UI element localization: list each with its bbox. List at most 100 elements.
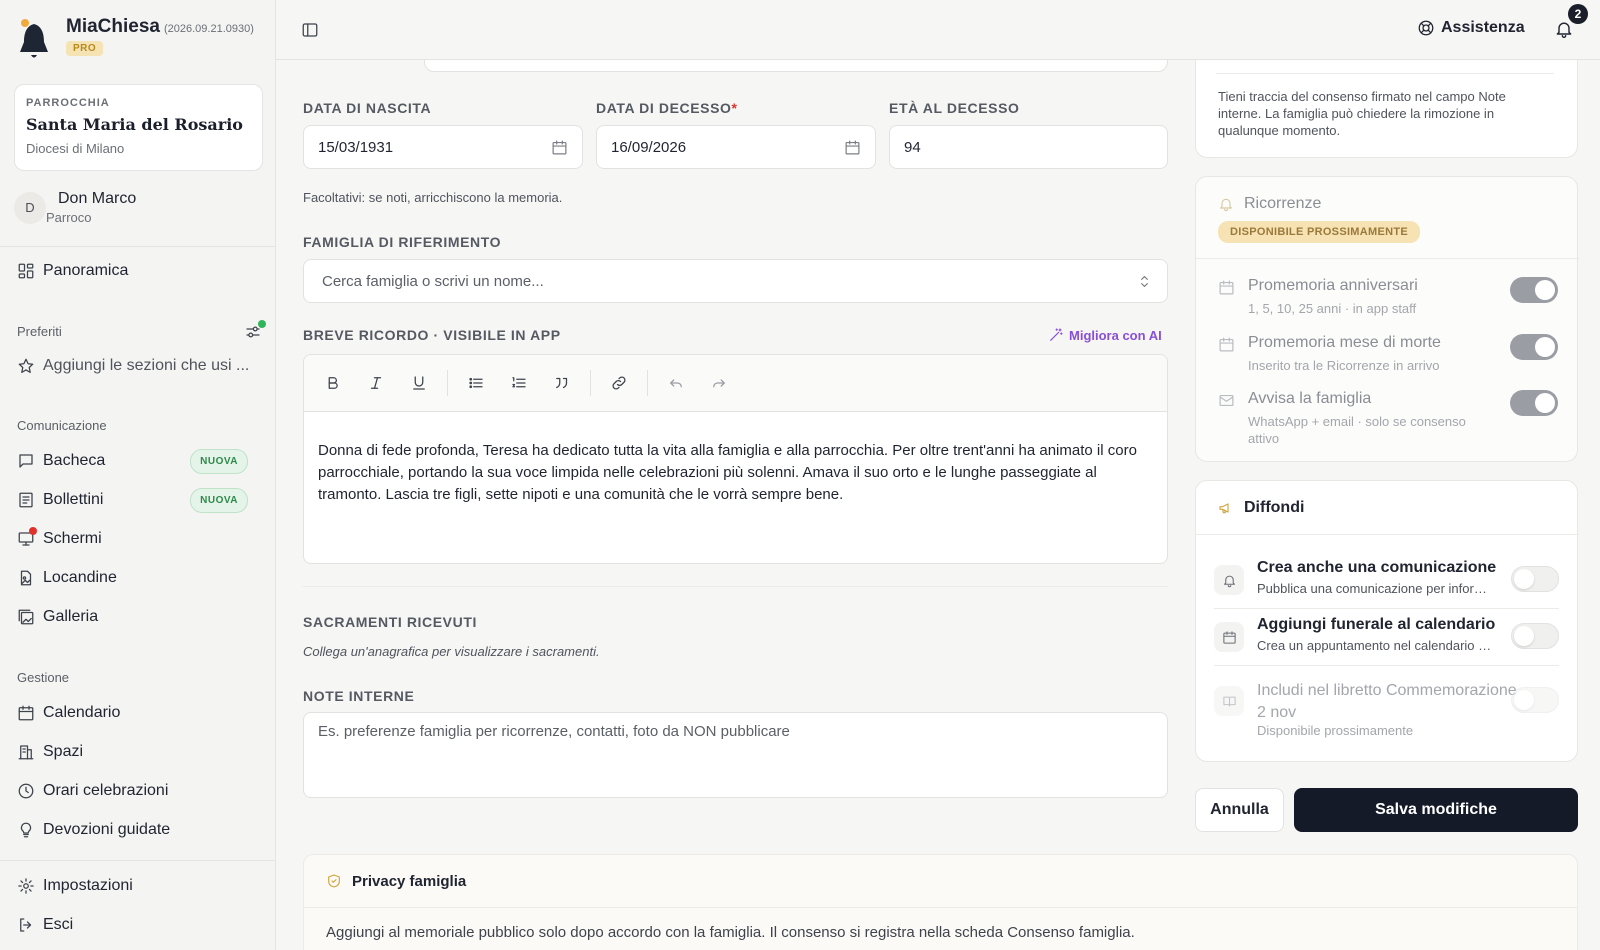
favorites-label: Preferiti xyxy=(17,324,62,339)
sidebar-item-schermi[interactable]: Schermi xyxy=(17,524,262,554)
cancel-button[interactable]: Annulla xyxy=(1195,788,1284,832)
parish-card[interactable]: PARROCCHIA Santa Maria del Rosario Dioce… xyxy=(14,84,263,171)
calendar-icon xyxy=(1218,279,1235,296)
calendar-icon[interactable] xyxy=(551,139,568,156)
avatar: D xyxy=(14,191,46,224)
sidebar-item-label: Panoramica xyxy=(43,262,129,279)
brand[interactable]: MiaChiesa (2026.09.21.0930) PRO xyxy=(14,16,254,62)
death-date-value: 16/09/2026 xyxy=(611,138,687,156)
sidebar-item-calendario[interactable]: Calendario xyxy=(17,698,262,728)
birth-date-field[interactable]: 15/03/1931 xyxy=(303,125,583,169)
toolbar-divider xyxy=(447,370,448,396)
recurrences-title: Ricorrenze xyxy=(1244,195,1322,212)
share-item-title: Aggiungi funerale al calendario xyxy=(1257,616,1496,633)
editor-content[interactable]: Donna di fede profonda, Teresa ha dedica… xyxy=(304,412,1167,534)
bold-icon[interactable] xyxy=(324,374,342,392)
death-month-toggle[interactable] xyxy=(1510,334,1558,360)
parish-diocese: Diocesi di Milano xyxy=(26,141,125,156)
sidebar-item-label: Locandine xyxy=(43,569,117,586)
toolbar-divider xyxy=(647,370,648,396)
sidebar-item-label: Calendario xyxy=(43,704,121,721)
sliders-icon[interactable] xyxy=(244,320,266,341)
add-funeral-toggle[interactable] xyxy=(1511,623,1559,649)
required-marker: * xyxy=(731,100,738,116)
privacy-title: Privacy famiglia xyxy=(352,872,467,890)
quote-icon[interactable] xyxy=(553,374,571,392)
redo-icon[interactable] xyxy=(710,374,728,392)
age-field[interactable]: 94 xyxy=(889,125,1168,169)
save-button[interactable]: Salva modifiche xyxy=(1294,788,1578,832)
consent-text: Tieni traccia del consenso firmato nel c… xyxy=(1218,89,1506,138)
sidebar-item-logout[interactable]: Esci xyxy=(17,910,262,940)
numbered-list-icon[interactable] xyxy=(510,374,528,392)
booklet-toggle[interactable] xyxy=(1511,687,1559,713)
share-header: Diffondi xyxy=(1218,499,1304,517)
status-dot xyxy=(258,320,266,328)
user-profile[interactable]: D Don Marco Parroco xyxy=(14,190,136,225)
undo-icon[interactable] xyxy=(667,374,685,392)
sidebar-item-bollettini[interactable]: Bollettini NUOVA xyxy=(17,485,262,515)
family-select[interactable]: Cerca famiglia o scrivi un nome... xyxy=(303,259,1168,303)
link-icon[interactable] xyxy=(610,374,628,392)
card-divider xyxy=(1196,258,1579,259)
italic-icon[interactable] xyxy=(367,374,385,392)
magic-wand-icon xyxy=(1050,328,1063,341)
user-name: Don Marco xyxy=(58,190,137,207)
age-label: ETÀ AL DECESSO xyxy=(889,100,1020,116)
sidebar-item-locandine[interactable]: Locandine xyxy=(17,563,262,593)
management-label: Gestione xyxy=(17,670,70,685)
plan-badge: PRO xyxy=(66,41,104,56)
birth-date-label: DATA DI NASCITA xyxy=(303,100,432,116)
birth-date-value: 15/03/1931 xyxy=(318,138,394,156)
notifications-count-badge: 2 xyxy=(1568,4,1588,24)
building-icon xyxy=(17,743,35,761)
sidebar-item-overview[interactable]: Panoramica xyxy=(17,256,262,286)
notes-textarea[interactable]: Es. preferenze famiglia per ricorrenze, … xyxy=(303,712,1168,798)
sidebar-item-galleria[interactable]: Galleria xyxy=(17,602,262,632)
sidebar-item-bacheca[interactable]: Bacheca NUOVA xyxy=(17,446,262,476)
sidebar-item-add-favorites[interactable]: Aggiungi le sezioni che usi ... xyxy=(17,351,262,381)
recurrence-title: Avvisa la famiglia xyxy=(1248,390,1372,407)
sidebar-item-label: Bollettini xyxy=(43,491,104,508)
bell-logo-icon xyxy=(14,16,54,62)
share-title: Diffondi xyxy=(1244,499,1305,516)
row-divider xyxy=(1214,665,1559,666)
star-icon xyxy=(17,357,35,375)
recurrence-title: Promemoria mese di morte xyxy=(1248,334,1441,351)
bullet-list-icon[interactable] xyxy=(467,374,485,392)
new-badge: NUOVA xyxy=(190,448,248,474)
logout-icon xyxy=(17,916,35,934)
sidebar-item-label: Schermi xyxy=(43,530,102,547)
help-label: Assistenza xyxy=(1441,19,1525,36)
calendar-icon xyxy=(1218,336,1235,353)
create-communication-toggle[interactable] xyxy=(1511,566,1559,592)
sidebar-toggle-icon[interactable] xyxy=(301,21,319,39)
calendar-icon[interactable] xyxy=(844,139,861,156)
underline-icon[interactable] xyxy=(410,374,428,392)
death-date-field[interactable]: 16/09/2026 xyxy=(596,125,876,169)
recurrence-title: Promemoria anniversari xyxy=(1248,277,1418,294)
sacraments-hint: Collega un'anagrafica per visualizzare i… xyxy=(303,644,600,659)
gallery-icon xyxy=(17,608,35,626)
age-value: 94 xyxy=(904,138,921,156)
notify-family-toggle[interactable] xyxy=(1510,390,1558,416)
privacy-card: Privacy famiglia Aggiungi al memoriale p… xyxy=(303,854,1578,950)
sidebar-item-settings[interactable]: Impostazioni xyxy=(17,871,262,901)
chevron-up-down-icon xyxy=(1136,273,1153,290)
megaphone-icon xyxy=(1219,503,1229,514)
editor-toolbar xyxy=(304,355,1167,412)
sidebar-item-spazi[interactable]: Spazi xyxy=(17,737,262,767)
alert-dot xyxy=(29,527,37,535)
sidebar-item-orari[interactable]: Orari celebrazioni xyxy=(17,776,262,806)
gear-icon xyxy=(17,877,35,895)
family-placeholder: Cerca famiglia o scrivi un nome... xyxy=(322,272,544,290)
rich-text-editor[interactable]: Donna di fede profonda, Teresa ha dedica… xyxy=(303,354,1168,564)
anniversary-toggle[interactable] xyxy=(1510,277,1558,303)
sidebar-item-devozioni[interactable]: Devozioni guidate xyxy=(17,815,262,845)
notes-label: NOTE INTERNE xyxy=(303,688,415,704)
user-role: Parroco xyxy=(46,210,92,225)
sidebar-item-label: Impostazioni xyxy=(43,877,133,894)
sacraments-label: SACRAMENTI RICEVUTI xyxy=(303,614,477,630)
ai-improve-link[interactable]: Migliora con AI xyxy=(1048,327,1162,343)
help-button[interactable]: Assistenza xyxy=(1417,19,1525,37)
